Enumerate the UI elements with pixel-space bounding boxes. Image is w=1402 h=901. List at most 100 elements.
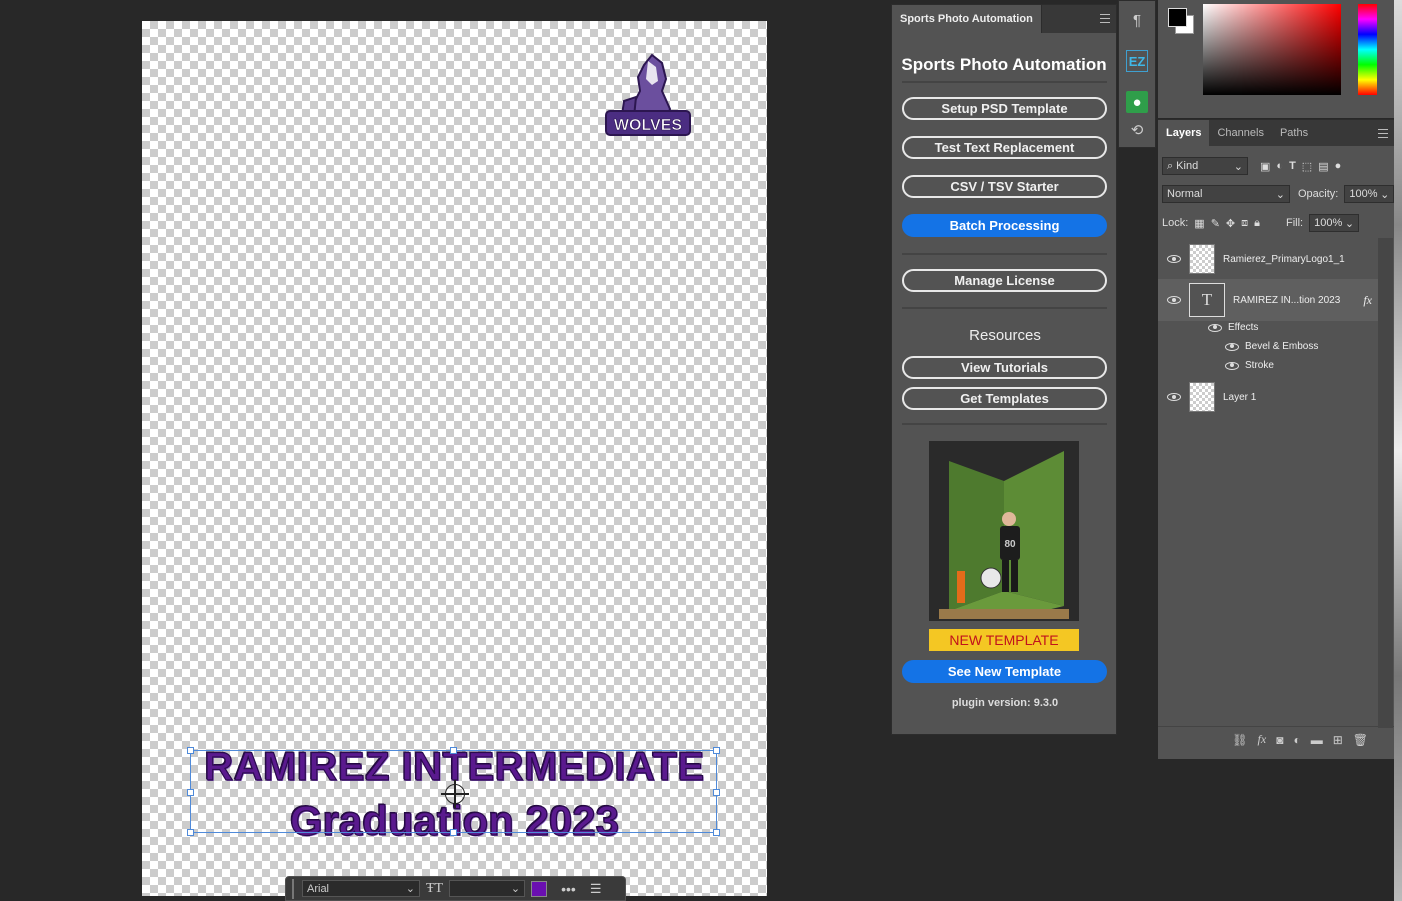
lock-artboard-icon[interactable]: ⧈ [1241, 217, 1248, 230]
adjustment-filter-icon[interactable]: ◐ [1276, 160, 1283, 172]
lock-pixels-icon[interactable]: ✎ [1211, 217, 1220, 230]
smart-object-filter-icon[interactable]: ▤ [1318, 160, 1328, 173]
lock-transparent-icon[interactable]: ▦ [1194, 217, 1204, 230]
transform-handle[interactable] [187, 829, 194, 836]
layer-row[interactable]: Layer 1 [1158, 377, 1378, 417]
visibility-eye-icon[interactable] [1225, 342, 1239, 351]
blend-mode-value: Normal [1167, 188, 1203, 200]
transform-handle[interactable] [713, 747, 720, 754]
svg-text:80: 80 [1004, 539, 1016, 550]
layers-scrollbar[interactable] [1378, 238, 1393, 728]
wolves-logo: WOLVES [605, 53, 691, 136]
divider [902, 423, 1107, 425]
pixel-filter-icon[interactable]: ▣ [1260, 160, 1270, 173]
panel-icon-strip: ¶ EZ ● ⟲ [1118, 0, 1156, 148]
new-template-preview-image[interactable]: 80 [929, 441, 1079, 621]
add-style-icon[interactable]: fx [1258, 732, 1267, 747]
search-icon: ⌕ [1167, 159, 1174, 172]
color-picker-field[interactable] [1203, 4, 1341, 95]
transform-handle[interactable] [187, 747, 194, 754]
manage-license-button[interactable]: Manage License [902, 269, 1107, 292]
tab-layers[interactable]: Layers [1158, 120, 1210, 146]
type-filter-icon[interactable]: T [1289, 160, 1296, 172]
setup-psd-template-button[interactable]: Setup PSD Template [902, 97, 1107, 120]
panel-menu-icon[interactable] [1378, 129, 1388, 138]
foreground-color-swatch[interactable] [1168, 8, 1187, 27]
logo-text: WOLVES [614, 117, 682, 134]
layers-panel: Layers Channels Paths ⌕ Kind ⌄ ▣ ◐ T ⬚ ▤… [1158, 119, 1395, 759]
layers-footer-toolbar: ⛓ fx ◙ ◐ ▬ ⊞ 🗑︎ [1158, 726, 1394, 752]
visibility-eye-icon[interactable] [1225, 361, 1239, 370]
paragraph-icon[interactable]: ¶ [1126, 9, 1148, 31]
visibility-eye-icon[interactable] [1167, 393, 1181, 401]
properties-sliders-icon[interactable]: ☰ [590, 881, 602, 897]
history-icon[interactable]: ⟲ [1126, 119, 1148, 141]
text-layer-thumbnail: T [1189, 283, 1225, 317]
layer-row[interactable]: Ramierez_PrimaryLogo1_1 [1158, 239, 1378, 279]
batch-processing-button[interactable]: Batch Processing [902, 214, 1107, 237]
csv-tsv-starter-button[interactable]: CSV / TSV Starter [902, 175, 1107, 198]
color-panel [1158, 0, 1394, 118]
opacity-input[interactable]: 100% ⌄ [1344, 185, 1395, 203]
link-layers-icon[interactable]: ⛓ [1232, 733, 1247, 747]
taskbar-grip-handle[interactable] [292, 878, 296, 899]
font-family-select[interactable]: Arial ⌄ [302, 880, 420, 897]
divider [902, 253, 1107, 255]
person-icon[interactable]: ● [1126, 91, 1148, 113]
tab-paths[interactable]: Paths [1272, 120, 1316, 146]
plugin-tab[interactable]: Sports Photo Automation [892, 5, 1042, 33]
hue-slider[interactable] [1358, 4, 1377, 95]
lock-position-icon[interactable]: ✥ [1226, 217, 1235, 230]
text-color-swatch[interactable] [531, 880, 548, 897]
new-adjustment-icon[interactable]: ◐ [1293, 733, 1300, 747]
chevron-down-icon: ⌄ [1380, 188, 1390, 201]
effect-bevel-emboss-row[interactable]: Bevel & Emboss [1225, 341, 1318, 352]
see-new-template-button[interactable]: See New Template [902, 660, 1107, 683]
lock-all-icon[interactable]: 🔒︎ [1254, 217, 1260, 230]
layer-thumbnail [1189, 244, 1215, 274]
delete-layer-icon[interactable]: 🗑︎ [1353, 733, 1368, 747]
lock-label: Lock: [1162, 217, 1189, 229]
panel-menu-icon[interactable] [1100, 14, 1110, 23]
fx-badge[interactable]: fx [1363, 293, 1372, 308]
plugin-title: Sports Photo Automation [901, 55, 1107, 74]
effect-name: Stroke [1245, 360, 1274, 371]
new-layer-icon[interactable]: ⊞ [1333, 733, 1343, 747]
get-templates-button[interactable]: Get Templates [902, 387, 1107, 410]
opacity-label: Opacity: [1298, 188, 1339, 200]
visibility-eye-icon[interactable] [1167, 255, 1181, 263]
shape-filter-icon[interactable]: ⬚ [1302, 160, 1312, 173]
new-template-banner: NEW TEMPLATE [929, 629, 1079, 651]
filter-toggle-icon[interactable]: ● [1335, 160, 1342, 172]
transform-handle[interactable] [713, 789, 720, 796]
layer-name: Ramierez_PrimaryLogo1_1 [1223, 253, 1345, 265]
effect-stroke-row[interactable]: Stroke [1225, 360, 1274, 371]
new-group-icon[interactable]: ▬ [1311, 733, 1323, 747]
layer-row-selected[interactable]: T RAMIREZ IN...tion 2023 fx [1158, 279, 1378, 321]
test-text-replacement-button[interactable]: Test Text Replacement [902, 136, 1107, 159]
tab-channels[interactable]: Channels [1209, 120, 1271, 146]
transform-handle[interactable] [187, 789, 194, 796]
transform-handle[interactable] [713, 829, 720, 836]
chevron-down-icon: ⌄ [1275, 188, 1285, 201]
transform-handle[interactable] [450, 829, 457, 836]
divider [902, 307, 1107, 309]
background-window-edge [1394, 0, 1402, 901]
visibility-eye-icon[interactable] [1167, 296, 1181, 304]
layer-name: Layer 1 [1223, 391, 1257, 403]
transform-handle[interactable] [450, 747, 457, 754]
plugin-version: plugin version: 9.3.0 [951, 697, 1059, 709]
visibility-eye-icon[interactable] [1208, 323, 1222, 332]
ez-plugin-icon[interactable]: EZ [1126, 50, 1148, 72]
more-options-icon[interactable]: ••• [561, 881, 576, 897]
effects-row[interactable]: Effects [1208, 322, 1258, 333]
fill-input[interactable]: 100% ⌄ [1309, 214, 1360, 232]
layer-thumbnail [1189, 382, 1215, 412]
font-size-select[interactable]: ⌄ [449, 880, 526, 897]
layer-filter-select[interactable]: ⌕ Kind ⌄ [1162, 157, 1248, 175]
view-tutorials-button[interactable]: View Tutorials [902, 356, 1107, 379]
add-mask-icon[interactable]: ◙ [1276, 733, 1283, 747]
opacity-value: 100% [1349, 188, 1378, 200]
divider [902, 81, 1107, 83]
blend-mode-select[interactable]: Normal ⌄ [1162, 185, 1290, 203]
